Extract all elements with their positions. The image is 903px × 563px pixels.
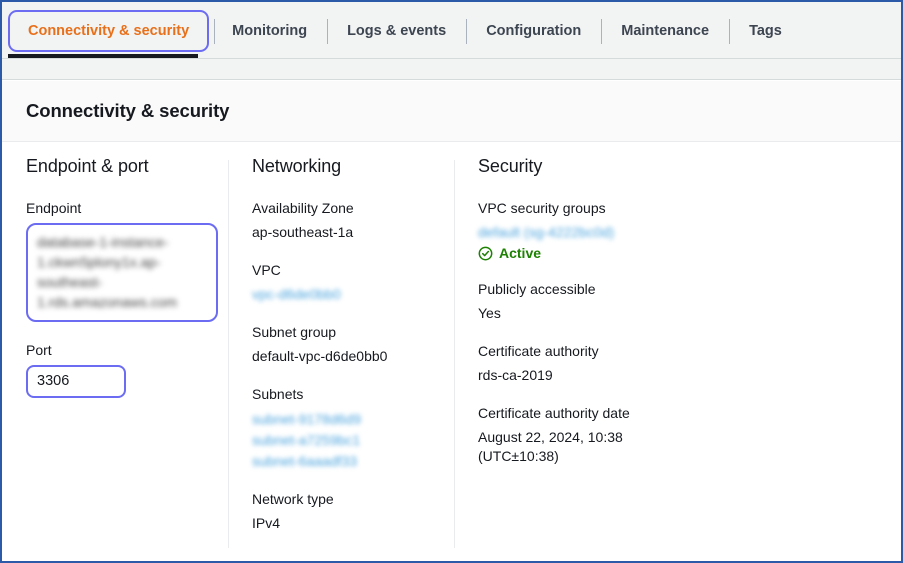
status-badge: Active xyxy=(478,245,770,261)
field-value-publicly-accessible: Yes xyxy=(478,305,501,321)
tab-bar: Connectivity & security Monitoring Logs … xyxy=(2,2,901,60)
check-circle-icon xyxy=(478,246,493,260)
field-availability-zone: Availability Zone ap-southeast-1a xyxy=(252,199,430,242)
card-body-columns: Endpoint & port Endpoint database-1-inst… xyxy=(2,142,901,548)
field-value-network-type: IPv4 xyxy=(252,515,281,531)
column-networking: Networking Availability Zone ap-southeas… xyxy=(228,156,454,548)
rds-instance-detail-page: Connectivity & security Monitoring Logs … xyxy=(0,0,903,563)
endpoint-value: database-1-instance-1.ckwn5plony1x.ap-so… xyxy=(37,234,178,310)
tab-label: Configuration xyxy=(486,23,582,39)
tab-configuration[interactable]: Configuration xyxy=(466,10,601,52)
field-vpc-security-groups: VPC security groups default (sg-4222bc0d… xyxy=(478,199,770,261)
tab-tags[interactable]: Tags xyxy=(729,10,802,52)
column-endpoint-and-port: Endpoint & port Endpoint database-1-inst… xyxy=(2,156,228,546)
section-heading-networking: Networking xyxy=(252,156,342,176)
field-label-availability-zone: Availability Zone xyxy=(252,200,354,216)
field-vpc: VPC vpc-d6de0bb0 xyxy=(252,261,430,304)
field-publicly-accessible: Publicly accessible Yes xyxy=(478,280,770,323)
field-network-type: Network type IPv4 xyxy=(252,490,430,533)
tab-connectivity-and-security[interactable]: Connectivity & security xyxy=(8,10,210,52)
tab-monitoring[interactable]: Monitoring xyxy=(212,10,327,52)
connectivity-security-card: Connectivity & security Endpoint & port … xyxy=(2,80,901,548)
field-certificate-authority-date: Certificate authority date August 22, 20… xyxy=(478,404,770,466)
tab-label: Connectivity & security xyxy=(28,23,190,39)
field-label-subnet-group: Subnet group xyxy=(252,324,337,340)
field-label-network-type: Network type xyxy=(252,491,334,507)
field-value-availability-zone: ap-southeast-1a xyxy=(252,224,354,240)
tab-label: Logs & events xyxy=(347,23,447,39)
field-subnets: Subnets subnet-9178d6d9 subnet-a7259bc1 … xyxy=(252,385,430,471)
field-label-vpc: VPC xyxy=(252,262,281,278)
field-endpoint: Endpoint database-1-instance-1.ckwn5plon… xyxy=(26,199,218,322)
status-label: Active xyxy=(499,245,542,261)
endpoint-value-highlight-box[interactable]: database-1-instance-1.ckwn5plony1x.ap-so… xyxy=(26,223,218,322)
tab-label: Maintenance xyxy=(621,23,710,39)
field-label-vpc-security-groups: VPC security groups xyxy=(478,200,606,216)
field-subnet-group: Subnet group default-vpc-d6de0bb0 xyxy=(252,323,430,366)
section-heading-endpoint-port: Endpoint & port xyxy=(26,156,149,176)
tab-label: Tags xyxy=(749,23,782,39)
field-label-endpoint: Endpoint xyxy=(26,200,82,216)
field-certificate-authority: Certificate authority rds-ca-2019 xyxy=(478,342,770,385)
field-label-publicly-accessible: Publicly accessible xyxy=(478,281,596,297)
field-port: Port 3306 xyxy=(26,341,204,398)
tab-bar-baseline xyxy=(2,58,901,59)
tab-logs-and-events[interactable]: Logs & events xyxy=(327,10,466,52)
field-value-certificate-authority-date: August 22, 2024, 10:38 (UTC±10:38) xyxy=(478,429,623,464)
field-label-port: Port xyxy=(26,342,52,358)
subnet-link[interactable]: subnet-9178d6d9 xyxy=(252,409,430,429)
field-label-certificate-authority: Certificate authority xyxy=(478,343,599,359)
field-value-vpc-link[interactable]: vpc-d6de0bb0 xyxy=(252,285,430,304)
subnet-link-list: subnet-9178d6d9 subnet-a7259bc1 subnet-6… xyxy=(252,409,430,471)
field-label-certificate-authority-date: Certificate authority date xyxy=(478,405,630,421)
column-security: Security VPC security groups default (sg… xyxy=(454,156,794,548)
section-heading-security: Security xyxy=(478,156,543,176)
field-value-subnet-group: default-vpc-d6de0bb0 xyxy=(252,348,388,364)
port-value-highlight-box[interactable]: 3306 xyxy=(26,365,126,398)
tab-label: Monitoring xyxy=(232,23,308,39)
port-value: 3306 xyxy=(37,373,70,389)
field-value-certificate-authority: rds-ca-2019 xyxy=(478,367,553,383)
subnet-link[interactable]: subnet-a7259bc1 xyxy=(252,430,430,450)
card-header: Connectivity & security xyxy=(2,81,901,142)
content-spacer-band xyxy=(2,60,901,80)
field-value-security-group-link[interactable]: default (sg-4222bc0d) xyxy=(478,223,770,242)
field-label-subnets: Subnets xyxy=(252,386,304,402)
subnet-link[interactable]: subnet-6aaadf33 xyxy=(252,451,430,471)
tab-maintenance[interactable]: Maintenance xyxy=(601,10,729,52)
page-title: Connectivity & security xyxy=(26,100,230,121)
